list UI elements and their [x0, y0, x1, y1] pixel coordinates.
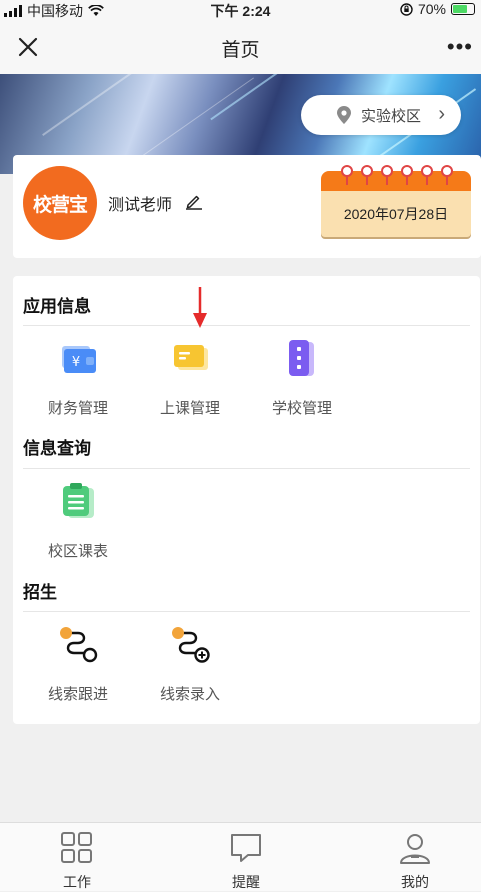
tab-label: 提醒 — [232, 874, 260, 890]
app-item-school[interactable]: 学校管理 — [247, 337, 357, 418]
section-title-app-info: 应用信息 — [23, 297, 91, 316]
section-title-info-query: 信息查询 — [23, 439, 91, 458]
wallet-icon: ¥ — [62, 346, 96, 373]
tab-work[interactable]: 工作 — [37, 831, 117, 892]
app-item-label: 学校管理 — [271, 400, 332, 417]
app-item-lead-followup[interactable]: 线索跟进 — [23, 623, 133, 704]
tab-mine[interactable]: 我的 — [375, 831, 455, 892]
calendar-ring-icon — [361, 165, 373, 185]
calendar-ring-icon — [421, 165, 433, 185]
app-item-label: 线索录入 — [159, 686, 220, 703]
navigation-bar: 首页 ••• — [0, 20, 481, 74]
campus-name: 实验校区 — [361, 107, 422, 125]
route-icon — [60, 627, 98, 663]
calendar-ring-icon — [341, 165, 353, 185]
chevron-right-icon: › — [438, 103, 445, 125]
divider — [23, 468, 470, 469]
calendar-ring-icon — [441, 165, 453, 185]
tab-reminders[interactable]: 提醒 — [206, 831, 286, 892]
divider — [23, 325, 470, 326]
location-pin-icon — [337, 106, 351, 124]
functions-panel: 应用信息 ¥ 财务管理 上课管理 学校管理 信息查询 校区课表 招生 线索跟进 … — [13, 276, 480, 724]
app-item-finance[interactable]: ¥ 财务管理 — [23, 337, 133, 418]
user-icon — [400, 834, 430, 864]
divider — [23, 611, 470, 612]
tab-label: 工作 — [63, 874, 91, 890]
more-options-icon[interactable]: ••• — [447, 34, 473, 60]
grid-icon — [61, 832, 92, 863]
status-bar: 中国移动 下午 2:24 70% — [0, 0, 481, 20]
page-title: 首页 — [221, 40, 260, 61]
app-item-lead-entry[interactable]: 线索录入 — [135, 623, 245, 704]
brand-logo: 校营宝 — [23, 166, 97, 240]
battery-icon — [451, 3, 475, 15]
chat-bubble-icon — [231, 834, 261, 862]
calendar-date: 2020年07月28日 — [343, 206, 449, 222]
profile-card: 校营宝 测试老师 2020年07月28日 — [13, 155, 481, 258]
app-item-class[interactable]: 上课管理 — [135, 337, 245, 418]
app-item-label: 线索跟进 — [47, 686, 108, 703]
app-item-label: 上课管理 — [159, 400, 220, 417]
annotation-arrow-icon — [193, 287, 207, 328]
bottom-tab-bar: 工作 提醒 我的 — [0, 822, 481, 891]
campus-selector[interactable]: 实验校区 › — [301, 95, 461, 135]
calendar-widget: 2020年07月28日 — [321, 165, 471, 237]
edit-pencil-icon[interactable] — [185, 192, 203, 210]
app-item-schedule[interactable]: 校区课表 — [23, 480, 133, 561]
app-item-label: 财务管理 — [47, 400, 108, 417]
clipboard-icon — [63, 483, 94, 518]
route-add-icon — [172, 627, 210, 663]
calendar-ring-icon — [401, 165, 413, 185]
card-icon — [174, 345, 208, 370]
building-icon — [289, 340, 314, 376]
svg-text:¥: ¥ — [72, 355, 80, 370]
orientation-lock-icon — [400, 2, 413, 16]
teacher-name: 测试老师 — [108, 197, 173, 214]
tab-label: 我的 — [401, 874, 429, 890]
section-title-enrollment: 招生 — [23, 583, 57, 602]
calendar-ring-icon — [381, 165, 393, 185]
app-item-label: 校区课表 — [47, 543, 108, 560]
battery-percent: 70% — [417, 1, 446, 17]
